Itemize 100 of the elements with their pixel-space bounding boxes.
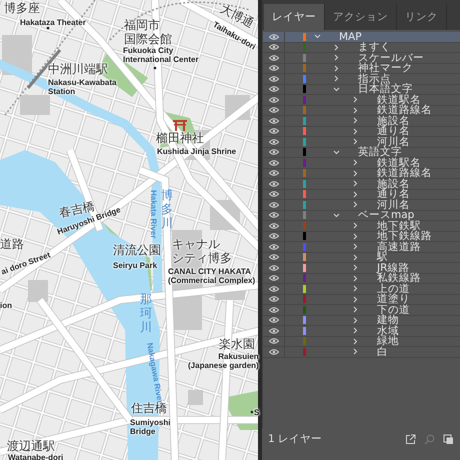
chevron-right-icon[interactable]	[352, 254, 359, 261]
eye-icon[interactable]	[268, 306, 278, 313]
chevron-down-icon[interactable]	[333, 148, 340, 156]
eye-icon[interactable]	[268, 202, 278, 208]
layer-row[interactable]: 英語文字	[263, 148, 460, 158]
chevron-right-icon[interactable]	[352, 316, 359, 324]
layer-row[interactable]: 通り名	[263, 190, 460, 200]
layer-row[interactable]: 施設名	[263, 179, 460, 190]
eye-icon[interactable]	[268, 44, 278, 50]
new-layer-icon[interactable]	[443, 434, 454, 444]
eye-icon[interactable]	[268, 34, 278, 40]
layer-row[interactable]: 上の道	[263, 284, 460, 294]
layer-row[interactable]: 駅	[263, 252, 460, 263]
eye-icon[interactable]	[268, 118, 278, 124]
layer-row[interactable]: 鉄道路線名	[263, 168, 460, 179]
point-marker-icon	[46, 26, 50, 30]
chevron-right-icon[interactable]	[352, 338, 359, 345]
eye-icon[interactable]	[268, 275, 278, 282]
layer-row[interactable]: 河川名	[263, 137, 460, 148]
chevron-right-icon[interactable]	[352, 138, 359, 146]
eye-icon[interactable]	[268, 138, 278, 145]
chevron-right-icon[interactable]	[352, 243, 359, 250]
chevron-right-icon[interactable]	[352, 296, 359, 303]
chevron-right-icon[interactable]	[352, 159, 359, 166]
layer-name: 鉄道駅名	[377, 158, 421, 168]
eye-icon[interactable]	[268, 296, 278, 302]
layer-row[interactable]: 地下鉄線路	[263, 232, 460, 242]
eye-icon[interactable]	[268, 264, 278, 271]
eye-icon[interactable]	[268, 180, 278, 187]
eye-icon[interactable]	[268, 107, 278, 114]
eye-icon[interactable]	[268, 338, 278, 344]
layer-row[interactable]: 地下鉄駅	[263, 221, 460, 232]
eye-icon[interactable]	[268, 149, 278, 156]
layer-row[interactable]: 鉄道駅名	[263, 95, 460, 106]
chevron-right-icon[interactable]	[333, 54, 340, 62]
chevron-right-icon[interactable]	[333, 44, 340, 51]
layer-row[interactable]: 河川名	[263, 200, 460, 210]
export-icon[interactable]	[405, 434, 416, 444]
layer-row[interactable]: 指示点	[263, 74, 460, 84]
layer-row[interactable]: 私鉄線路	[263, 274, 460, 284]
layer-row[interactable]: 緑地	[263, 336, 460, 347]
chevron-right-icon[interactable]	[352, 106, 359, 114]
layer-row[interactable]: 建物	[263, 316, 460, 326]
chevron-right-icon[interactable]	[333, 64, 340, 72]
chevron-right-icon[interactable]	[352, 180, 359, 188]
layer-row[interactable]: 鉄道路線名	[263, 106, 460, 116]
eye-icon[interactable]	[268, 65, 278, 72]
chevron-right-icon[interactable]	[352, 274, 359, 282]
chevron-right-icon[interactable]	[352, 128, 359, 135]
layer-row[interactable]: JR線路	[263, 263, 460, 274]
eye-icon[interactable]	[268, 54, 278, 61]
chevron-right-icon[interactable]	[352, 264, 359, 272]
eye-icon[interactable]	[268, 317, 278, 324]
chevron-right-icon[interactable]	[352, 232, 359, 240]
layer-row[interactable]: 日本語文字	[263, 84, 460, 95]
chevron-right-icon[interactable]	[352, 327, 359, 334]
chevron-right-icon[interactable]	[352, 170, 359, 177]
layer-row[interactable]: ますく	[263, 42, 460, 53]
chevron-down-icon[interactable]	[314, 33, 321, 40]
eye-icon[interactable]	[268, 76, 278, 82]
chevron-right-icon[interactable]	[352, 190, 359, 198]
eye-icon[interactable]	[268, 160, 278, 166]
layer-row[interactable]: 道塗り	[263, 294, 460, 305]
eye-icon[interactable]	[268, 191, 278, 198]
panel-tab[interactable]: レイヤー	[264, 4, 325, 30]
eye-icon[interactable]	[268, 128, 278, 134]
chevron-right-icon[interactable]	[352, 348, 359, 356]
eye-icon[interactable]	[268, 96, 278, 103]
chevron-right-icon[interactable]	[352, 96, 359, 104]
layer-name: 指示点	[358, 74, 391, 84]
eye-icon[interactable]	[268, 286, 278, 292]
layer-row[interactable]: 神社マーク	[263, 64, 460, 74]
layer-row[interactable]: 高速道路	[263, 242, 460, 252]
eye-icon[interactable]	[268, 212, 278, 218]
eye-icon[interactable]	[268, 233, 278, 240]
eye-icon[interactable]	[268, 254, 278, 260]
chevron-right-icon[interactable]	[333, 75, 340, 82]
chevron-down-icon[interactable]	[333, 86, 340, 93]
layer-row[interactable]: MAP	[263, 32, 460, 42]
eye-icon[interactable]	[268, 348, 278, 355]
layer-name: 英語文字	[358, 147, 402, 158]
chevron-right-icon[interactable]	[352, 306, 359, 314]
layer-row[interactable]: ベースmap	[263, 210, 460, 221]
chevron-down-icon[interactable]	[333, 212, 340, 219]
layer-row[interactable]: 水域	[263, 326, 460, 336]
eye-icon[interactable]	[268, 244, 278, 250]
layer-row[interactable]: 下の道	[263, 305, 460, 316]
layer-row[interactable]: 通り名	[263, 126, 460, 137]
eye-icon[interactable]	[268, 222, 278, 229]
chevron-right-icon[interactable]	[352, 201, 359, 208]
layer-row[interactable]: 鉄道駅名	[263, 158, 460, 168]
chevron-right-icon[interactable]	[352, 117, 359, 124]
layer-row[interactable]: 施設名	[263, 116, 460, 126]
layer-row[interactable]: 白	[263, 347, 460, 358]
chevron-right-icon[interactable]	[352, 222, 359, 230]
eye-icon[interactable]	[268, 86, 278, 92]
chevron-right-icon[interactable]	[352, 285, 359, 292]
eye-icon[interactable]	[268, 328, 278, 334]
eye-icon[interactable]	[268, 170, 278, 176]
layer-row[interactable]: スケールバー	[263, 53, 460, 64]
